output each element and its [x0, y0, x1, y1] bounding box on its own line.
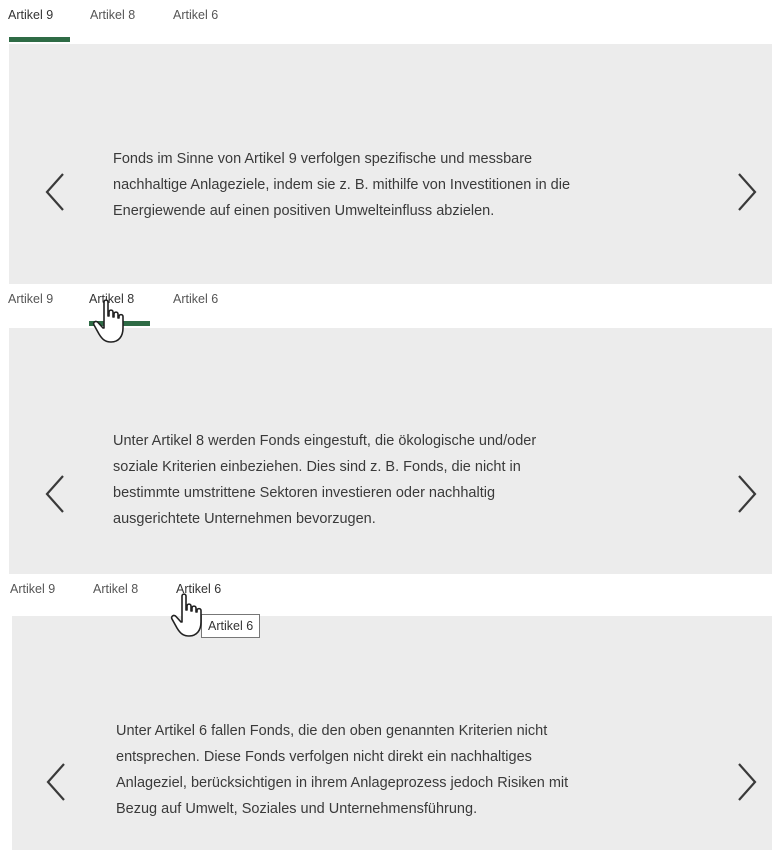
tab-artikel-8[interactable]: Artikel 8 — [93, 582, 138, 596]
tab-artikel-9[interactable]: Artikel 9 — [8, 292, 53, 306]
active-tab-indicator — [9, 37, 70, 42]
tab-bar: Artikel 9 Artikel 8 Artikel 6 — [0, 574, 772, 618]
chevron-right-icon[interactable] — [731, 760, 761, 804]
tab-artikel-6[interactable]: Artikel 6 — [176, 582, 221, 596]
text-line: Unter Artikel 8 werden Fonds eingestuft,… — [113, 433, 537, 449]
panel-text: Unter Artikel 8 werden Fonds eingestuft,… — [113, 428, 693, 532]
tab-artikel-6[interactable]: Artikel 6 — [173, 8, 218, 22]
chevron-left-icon[interactable] — [41, 472, 71, 516]
chevron-right-icon[interactable] — [731, 472, 761, 516]
text-line: Anlageziel, berücksichtigen in ihrem Anl… — [116, 775, 569, 791]
text-line: Unter Artikel 6 fallen Fonds, die den ob… — [116, 723, 548, 739]
tab-section-artikel-6: Artikel 9 Artikel 8 Artikel 6 Unter Arti… — [0, 574, 772, 850]
tab-bar: Artikel 9 Artikel 8 Artikel 6 — [0, 284, 772, 328]
tab-section-artikel-9: Artikel 9 Artikel 8 Artikel 6 Fonds im S… — [0, 0, 772, 284]
tab-artikel-6[interactable]: Artikel 6 — [173, 292, 218, 306]
text-line: Energiewende auf einen positiven Umwelte… — [113, 203, 495, 219]
tab-artikel-9[interactable]: Artikel 9 — [8, 8, 53, 22]
text-line: entsprechen. Diese Fonds verfolgen nicht… — [116, 749, 532, 765]
tab-artikel-9[interactable]: Artikel 9 — [10, 582, 55, 596]
tab-section-artikel-8: Artikel 9 Artikel 8 Artikel 6 Unter Arti… — [0, 284, 772, 574]
tooltip: Artikel 6 — [201, 614, 261, 638]
tab-bar: Artikel 9 Artikel 8 Artikel 6 — [0, 0, 772, 44]
text-line: Fonds im Sinne von Artikel 9 verfolgen s… — [113, 151, 533, 167]
text-line: soziale Kriterien einbeziehen. Dies sind… — [113, 459, 521, 475]
chevron-left-icon[interactable] — [42, 760, 72, 804]
text-line: Bezug auf Umwelt, Soziales und Unternehm… — [116, 801, 478, 817]
panel-text: Unter Artikel 6 fallen Fonds, die den ob… — [116, 718, 696, 822]
chevron-left-icon[interactable] — [41, 170, 71, 214]
tab-artikel-8[interactable]: Artikel 8 — [89, 292, 134, 306]
content-panel: Unter Artikel 8 werden Fonds eingestuft,… — [9, 328, 772, 574]
chevron-right-icon[interactable] — [731, 170, 761, 214]
text-line: bestimmte umstrittene Sektoren investier… — [113, 485, 496, 501]
text-line: ausgerichtete Unternehmen bevorzugen. — [113, 511, 376, 527]
panel-text: Fonds im Sinne von Artikel 9 verfolgen s… — [113, 146, 693, 224]
content-panel: Unter Artikel 6 fallen Fonds, die den ob… — [12, 616, 772, 850]
active-tab-indicator — [89, 321, 150, 326]
content-panel: Fonds im Sinne von Artikel 9 verfolgen s… — [9, 44, 772, 284]
text-line: nachhaltige Anlageziele, indem sie z. B.… — [113, 177, 571, 193]
tab-artikel-8[interactable]: Artikel 8 — [90, 8, 135, 22]
